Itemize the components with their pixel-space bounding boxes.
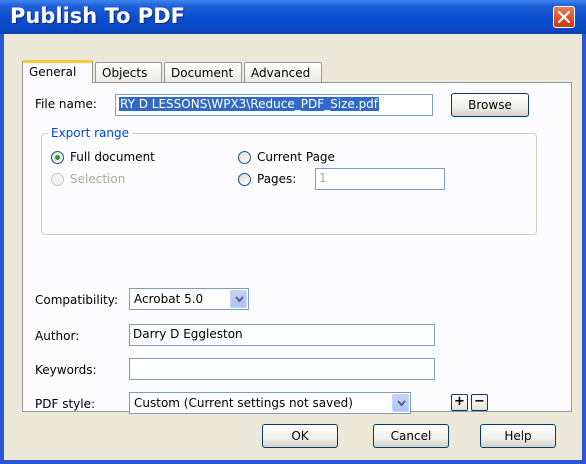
tab-general[interactable]: General (22, 60, 93, 83)
tab-document[interactable]: Document (164, 62, 242, 82)
file-name-value: RY D LESSONS\WPX3\Reduce_PDF_Size.pdf (119, 97, 380, 111)
chevron-down-icon (235, 296, 244, 303)
selection-radio (51, 173, 64, 186)
pdf-style-label: PDF style: (35, 397, 96, 411)
keywords-label: Keywords: (35, 363, 97, 377)
ok-button[interactable]: OK (262, 424, 338, 448)
remove-style-button[interactable]: − (471, 394, 488, 411)
keywords-input[interactable] (129, 358, 435, 380)
compatibility-dropdown-arrow[interactable] (230, 290, 247, 308)
full-document-label[interactable]: Full document (70, 150, 155, 164)
compatibility-value: Acrobat 5.0 (134, 292, 204, 306)
title-bar[interactable]: Publish To PDF (0, 0, 586, 34)
window-title: Publish To PDF (10, 4, 185, 28)
dialog-body: General Objects Document Advanced File n… (4, 34, 582, 460)
pages-radio[interactable] (238, 173, 251, 186)
cancel-button[interactable]: Cancel (373, 424, 449, 448)
file-name-input[interactable]: RY D LESSONS\WPX3\Reduce_PDF_Size.pdf (115, 94, 433, 116)
tab-objects[interactable]: Objects (95, 62, 162, 82)
help-button[interactable]: Help (480, 424, 556, 448)
publish-to-pdf-window: Publish To PDF General Objects Document … (0, 0, 586, 464)
full-document-radio[interactable] (51, 151, 64, 164)
pages-label[interactable]: Pages: (257, 172, 296, 186)
pdf-style-dropdown[interactable]: Custom (Current settings not saved) (129, 392, 411, 414)
browse-button[interactable]: Browse (451, 93, 529, 117)
author-input[interactable]: Darry D Eggleston (129, 324, 435, 346)
tab-advanced[interactable]: Advanced (244, 62, 322, 82)
compatibility-label: Compatibility: (35, 293, 119, 307)
compatibility-dropdown[interactable]: Acrobat 5.0 (129, 288, 249, 310)
close-icon (558, 11, 570, 23)
current-page-radio[interactable] (238, 151, 251, 164)
export-range-group: Export range Full document Selection Cur… (41, 126, 537, 235)
radio-selected-dot (55, 155, 60, 160)
pages-input[interactable]: 1 (315, 168, 445, 190)
file-name-label: File name: (35, 97, 97, 111)
general-panel: File name: RY D LESSONS\WPX3\Reduce_PDF_… (22, 82, 572, 414)
current-page-label[interactable]: Current Page (257, 150, 335, 164)
pdf-style-value: Custom (Current settings not saved) (134, 396, 353, 410)
pdf-style-dropdown-arrow[interactable] (392, 394, 409, 412)
add-style-button[interactable]: + (451, 394, 468, 411)
close-button[interactable] (553, 6, 575, 28)
export-range-title: Export range (48, 126, 132, 140)
author-label: Author: (35, 329, 80, 343)
selection-label: Selection (70, 172, 126, 186)
chevron-down-icon (397, 400, 406, 407)
